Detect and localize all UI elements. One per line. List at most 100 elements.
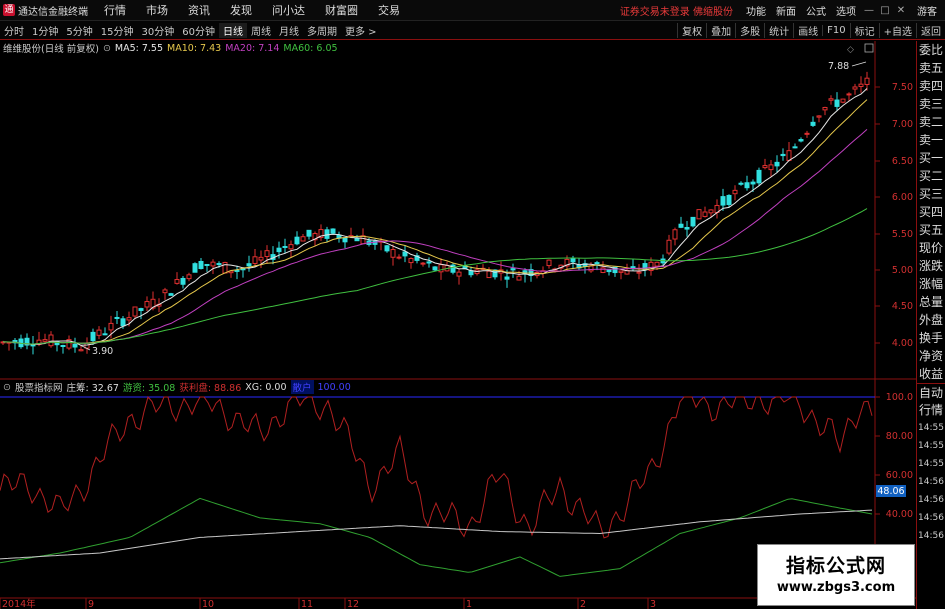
candle-body (792, 146, 798, 149)
close-icon[interactable]: ✕ (893, 5, 909, 16)
menu-shichang[interactable]: 市场 (136, 2, 178, 18)
period-fenshi[interactable]: 分时 (0, 23, 28, 38)
side-change[interactable]: 涨跌 (917, 257, 945, 275)
side-volume[interactable]: 总量 (917, 293, 945, 311)
candle-body (576, 264, 582, 269)
period-30min[interactable]: 30分钟 (137, 23, 178, 38)
side-turnover[interactable]: 换手 (917, 329, 945, 347)
side-buy2[interactable]: 买二 (917, 167, 945, 185)
side-outer[interactable]: 外盘 (917, 311, 945, 329)
candle-body (498, 269, 504, 274)
ma20-line (2, 129, 868, 345)
candle-body (384, 245, 390, 252)
period-daily[interactable]: 日线 (218, 22, 247, 38)
side-sell4[interactable]: 卖四 (917, 77, 945, 95)
candle-body (288, 244, 294, 250)
candle-body (654, 261, 660, 267)
candle-body (402, 251, 408, 257)
side-buy1[interactable]: 买一 (917, 149, 945, 167)
candle-body (672, 229, 678, 240)
candle-body (516, 275, 522, 281)
candle-body (762, 165, 768, 169)
candle-body (30, 343, 36, 347)
tool-f10[interactable]: F10 (822, 24, 849, 36)
menu-gongneng[interactable]: 功能 (741, 3, 771, 18)
side-netasset[interactable]: 净资 (917, 347, 945, 365)
tool-fanhui[interactable]: 返回 (916, 22, 945, 38)
side-earnings[interactable]: 收益 (917, 365, 945, 383)
candle-body (720, 196, 726, 206)
period-multi[interactable]: 多周期 (303, 23, 341, 38)
candle-body (84, 342, 90, 349)
candle-body (630, 266, 636, 270)
candle-body (546, 259, 552, 267)
side-sell5[interactable]: 卖五 (917, 59, 945, 77)
side-buy5[interactable]: 买五 (917, 221, 945, 239)
period-more[interactable]: 更多 > (341, 23, 381, 38)
period-60min[interactable]: 60分钟 (178, 23, 219, 38)
side-weibi[interactable]: 委比 (917, 41, 945, 59)
side-buy4[interactable]: 买四 (917, 203, 945, 221)
ma10-line (2, 99, 868, 345)
menu-zixun[interactable]: 资讯 (178, 2, 220, 18)
ind-tick-100: 100.0 (886, 392, 913, 403)
ind-huolipan-label: 获利盘: 88.86 (179, 383, 242, 394)
maximize-icon[interactable]: □ (877, 5, 893, 16)
side-buy3[interactable]: 买三 (917, 185, 945, 203)
candle-body (834, 99, 840, 107)
side-sell2[interactable]: 卖二 (917, 113, 945, 131)
indicator-settings-icon[interactable]: ⊙ (3, 382, 11, 393)
candle-body (588, 265, 594, 272)
menu-xuanxiang[interactable]: 选项 (831, 3, 861, 18)
side-quote[interactable]: 行情 (917, 401, 945, 419)
candle-body (72, 343, 78, 348)
candle-body (462, 265, 468, 270)
tool-tongji[interactable]: 统计 (764, 22, 793, 38)
period-weekly[interactable]: 周线 (247, 23, 275, 38)
x-label-1: 1 (466, 599, 472, 609)
ind-youzi-label: 游资: 35.08 (122, 383, 176, 394)
candle-body (366, 240, 372, 245)
minimize-icon[interactable]: — (861, 5, 877, 16)
period-5min[interactable]: 5分钟 (62, 23, 96, 38)
side-sell3[interactable]: 卖三 (917, 95, 945, 113)
candle-body (438, 264, 444, 273)
tool-duogu[interactable]: 多股 (735, 22, 764, 38)
high-price-label: 7.88 (828, 61, 849, 72)
ind-zhuangchou-label: 庄筹: 32.67 (66, 383, 119, 394)
candle-body (816, 115, 822, 118)
side-price[interactable]: 现价 (917, 239, 945, 257)
menu-faxian[interactable]: 发现 (220, 2, 262, 18)
tool-zixuan[interactable]: +自选 (878, 22, 916, 38)
menu-caifuquan[interactable]: 财富圈 (315, 2, 368, 18)
menu-xinmian[interactable]: 新面 (771, 3, 801, 18)
price-tick-650: 6.50 (892, 156, 913, 167)
period-monthly[interactable]: 月线 (275, 23, 303, 38)
tool-huaxian[interactable]: 画线 (793, 22, 822, 38)
candle-body (852, 86, 858, 90)
side-change-pct[interactable]: 涨幅 (917, 275, 945, 293)
candle-body (822, 106, 828, 111)
candle-body (378, 240, 384, 243)
guest-account[interactable]: 游客 (909, 3, 945, 18)
settings-icon[interactable]: ⊙ (103, 43, 111, 54)
candle-body (234, 269, 240, 272)
period-15min[interactable]: 15分钟 (97, 23, 138, 38)
tool-diejia[interactable]: 叠加 (706, 22, 735, 38)
menu-jiaoyi[interactable]: 交易 (368, 2, 410, 18)
side-auto[interactable]: 自动 (917, 383, 945, 401)
menu-hangqing[interactable]: 行情 (94, 2, 136, 18)
menu-wenxiaoda[interactable]: 问小达 (262, 2, 315, 18)
candle-body (24, 337, 30, 346)
trade-login-notice[interactable]: 证券交易未登录 佛缩股份 (612, 3, 741, 18)
menu-gongshi[interactable]: 公式 (801, 3, 831, 18)
candle-body (804, 132, 810, 135)
tool-biaoji[interactable]: 标记 (849, 22, 879, 38)
candle-body (300, 236, 306, 242)
side-sell1[interactable]: 卖一 (917, 131, 945, 149)
candle-body (738, 182, 744, 185)
indicator-lines (0, 395, 873, 577)
tool-fuquan[interactable]: 复权 (677, 22, 706, 38)
period-1min[interactable]: 1分钟 (28, 23, 62, 38)
candle-body (846, 93, 852, 96)
